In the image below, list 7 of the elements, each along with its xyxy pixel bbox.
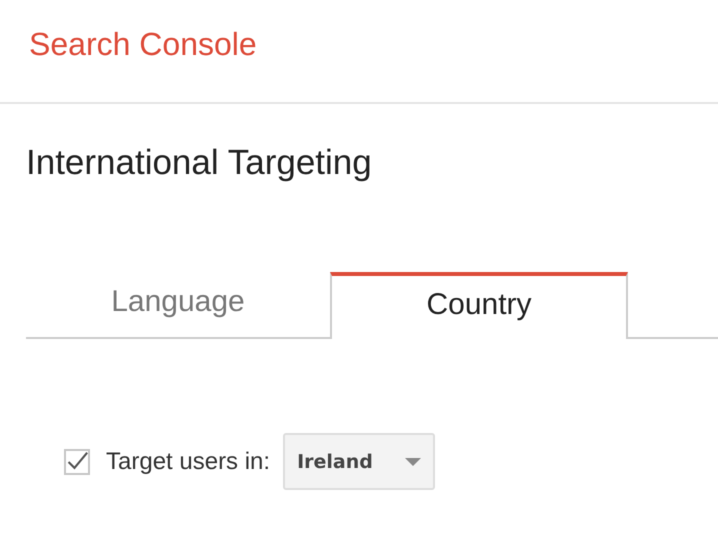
caret-icon [405,458,422,466]
checkbox[interactable] [64,448,90,474]
country-dropdown[interactable]: Ireland [283,433,436,490]
app-title: Search Console [29,26,257,62]
checkbox-label: Target users in: [106,448,270,476]
page-title: International Targeting [25,142,373,184]
tab[interactable]: Country [330,272,628,339]
